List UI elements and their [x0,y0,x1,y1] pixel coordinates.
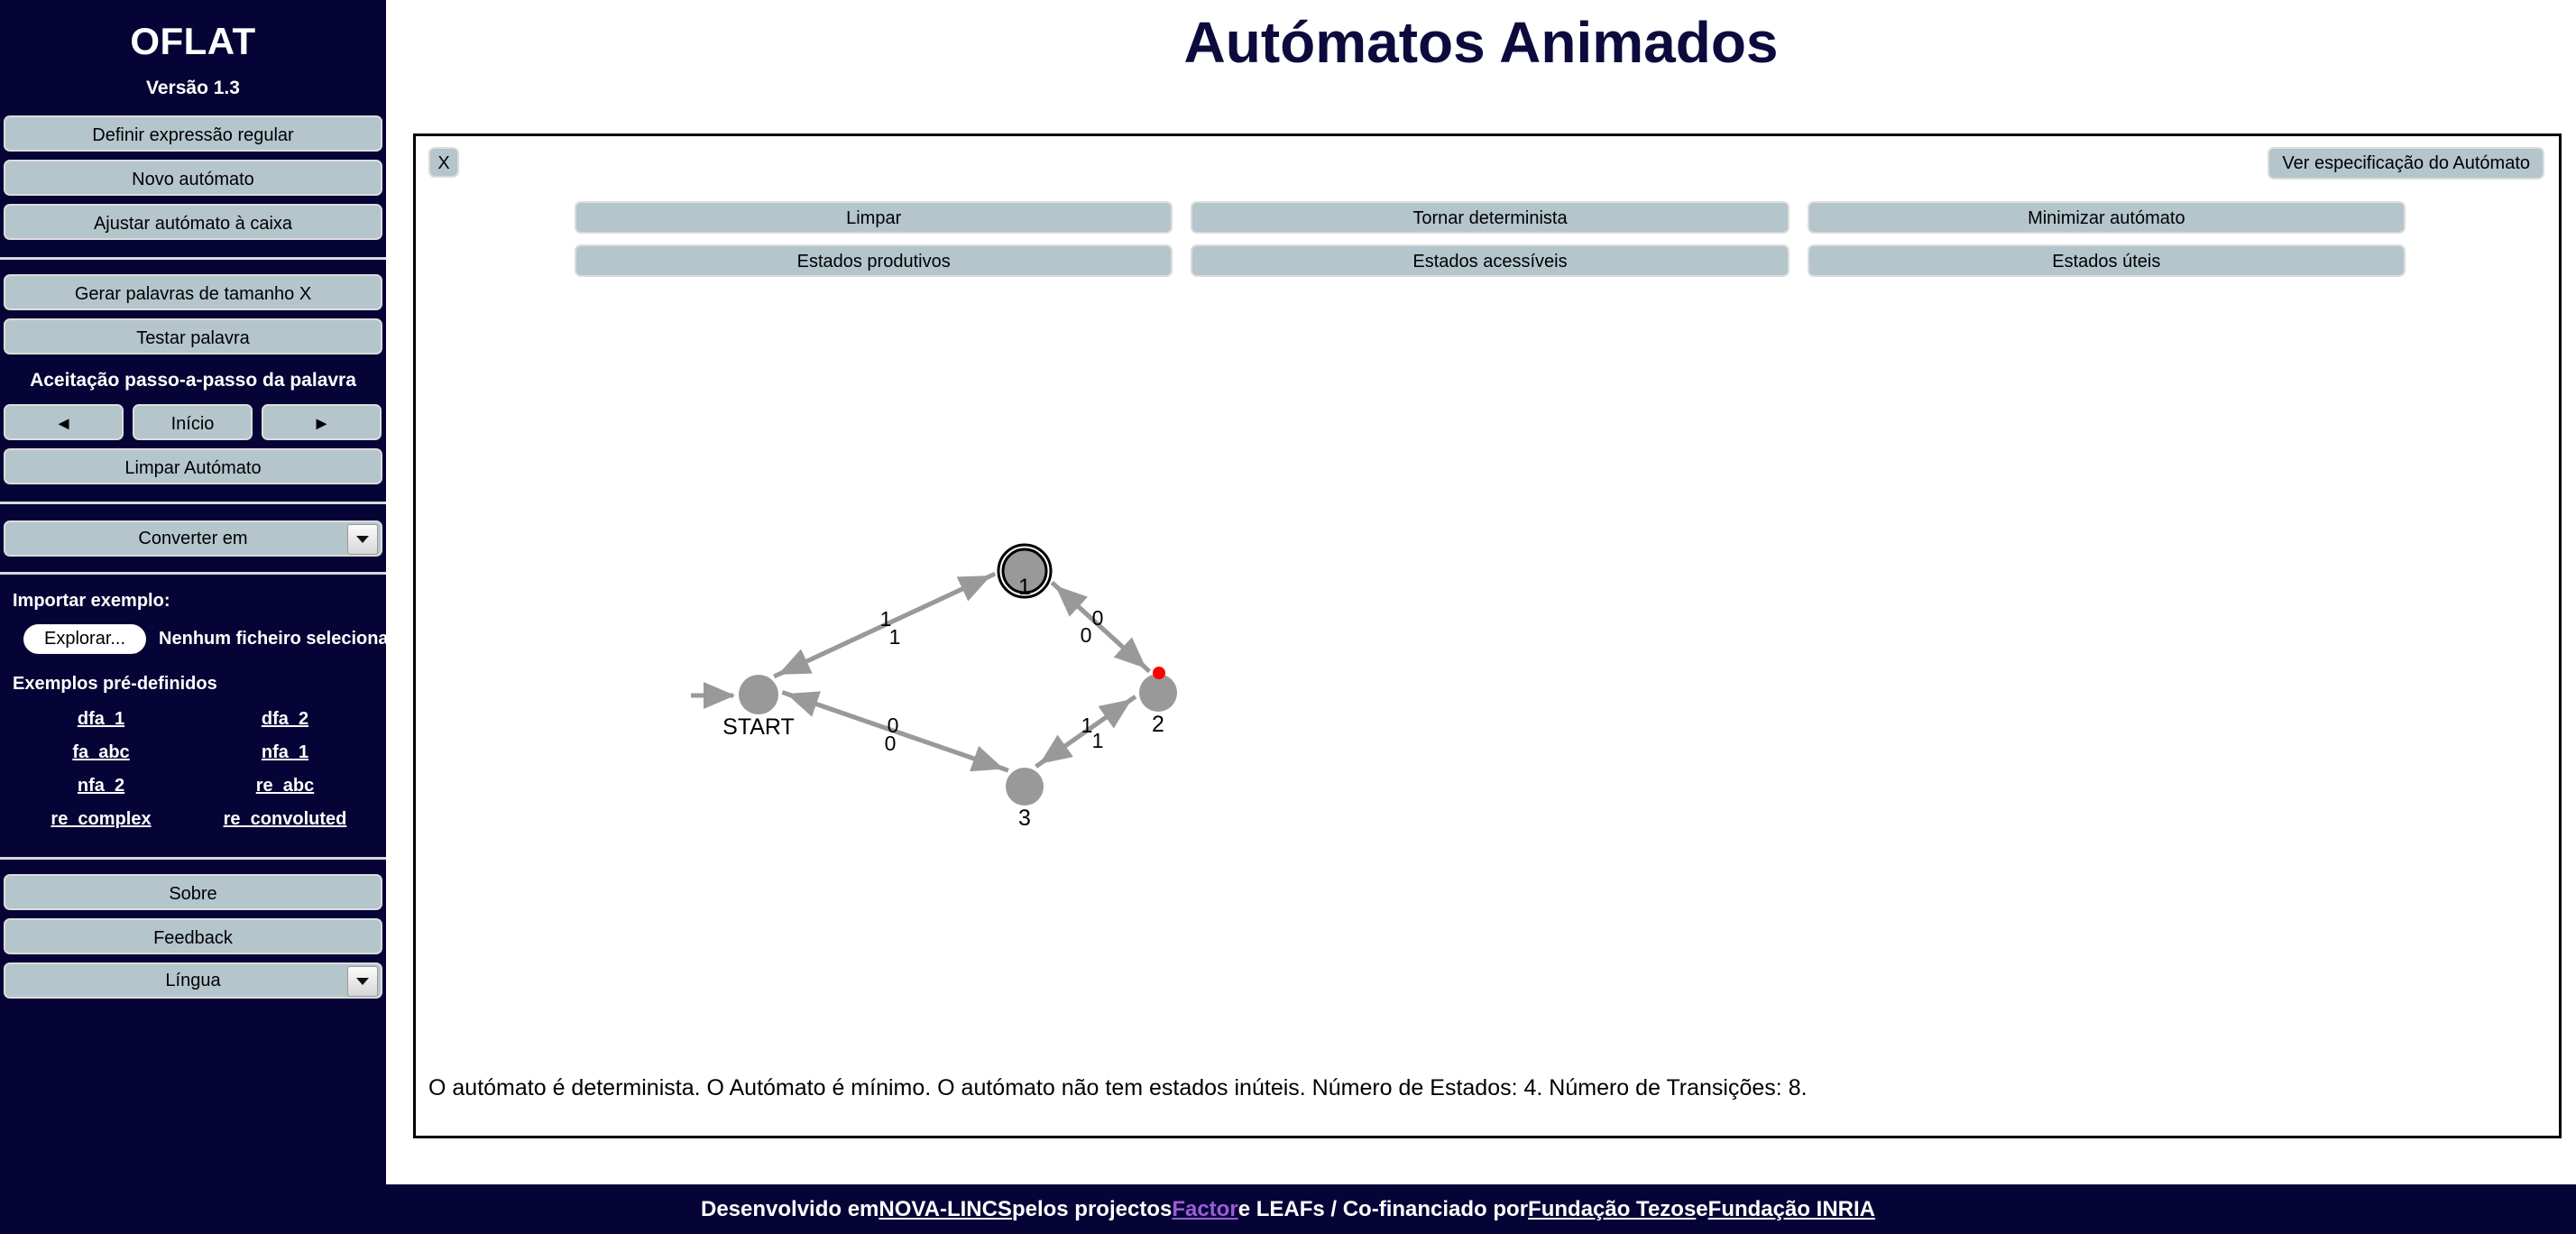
transition-label: 1 [889,625,901,649]
automaton-status-text: O autómato é determinista. O Autómato é … [428,1075,1808,1100]
application-window: OFLAT Versão 1.3 Definir expressão regul… [0,0,2576,1234]
define-regex-button[interactable]: Definir expressão regular [4,115,382,152]
app-logo-title: OFLAT [130,20,256,62]
state-label: 2 [1152,712,1164,737]
example-link-dfa-2[interactable]: dfa_2 [193,709,377,730]
example-link-nfa-2[interactable]: nfa_2 [9,776,193,797]
footer-link-nova-lincs[interactable]: NOVA-LINCS [879,1197,1012,1222]
state-label: START [722,714,795,740]
operations-toolbar: Limpar Tornar determinista Minimizar aut… [575,201,2406,288]
productive-states-button[interactable]: Estados produtivos [575,244,1173,277]
step-forward-button[interactable]: ► [262,404,382,440]
selected-file-status: Nenhum ficheiro selecionado [159,629,386,649]
example-link-re-convoluted[interactable]: re_convoluted [193,809,377,830]
import-example-label: Importar exemplo: [13,591,170,611]
sidebar-word-section: Gerar palavras de tamanho X Testar palav… [0,260,386,502]
state-label: 1 [1018,575,1031,600]
minimize-automaton-button[interactable]: Minimizar autómato [1807,201,2406,234]
edge-label-layer: 11000011 [880,606,1104,755]
footer-link-fundacao-inria[interactable]: Fundação INRIA [1708,1197,1875,1222]
automaton-state-1[interactable]: 1 [997,543,1053,600]
operations-row-1: Limpar Tornar determinista Minimizar aut… [575,201,2406,234]
sidebar-brand-section: OFLAT Versão 1.3 Definir expressão regul… [0,0,386,257]
operations-row-2: Estados produtivos Estados acessíveis Es… [575,244,2406,277]
fit-automaton-button[interactable]: Ajustar autómato à caixa [4,204,382,240]
stepwise-acceptance-label: Aceitação passo-a-passo da palavra [30,370,356,391]
make-deterministic-button[interactable]: Tornar determinista [1191,201,1789,234]
footer-text-mid3: e [1696,1196,1708,1221]
chevron-down-icon[interactable] [347,966,378,997]
view-specification-button[interactable]: Ver especificação do Autómato [2268,147,2544,180]
node-layer: START 1 2 3 [722,543,1177,831]
footer-text-mid1: pelos projectos [1011,1196,1173,1221]
example-link-nfa-1[interactable]: nfa_1 [193,742,377,763]
step-back-button[interactable]: ◄ [4,404,124,440]
about-button[interactable]: Sobre [4,874,382,910]
useful-states-button[interactable]: Estados úteis [1807,244,2406,277]
close-icon[interactable]: X [428,147,459,178]
clear-button[interactable]: Limpar [575,201,1173,234]
state-circle[interactable] [1006,768,1044,806]
test-word-button[interactable]: Testar palavra [4,318,382,355]
convert-to-selected-value: Converter em [138,529,248,548]
clear-automaton-button[interactable]: Limpar Autómato [4,448,382,484]
example-link-re-complex[interactable]: re_complex [9,809,193,830]
page-footer: Desenvolvido em NOVA-LINCS pelos project… [0,1184,2576,1234]
transition-label: 1 [1081,714,1093,737]
automaton-graph-svg[interactable]: 11000011START123 [416,308,2559,1020]
app-version-label: Versão 1.3 [146,78,240,98]
chevron-down-icon[interactable] [347,524,378,555]
transition-label: 0 [1092,606,1104,630]
new-automaton-button[interactable]: Novo autómato [4,160,382,196]
footer-text-mid2: e LEAFs / Co-financiado por [1237,1196,1529,1221]
browse-file-button[interactable]: Explorar... [23,624,147,654]
state-circle[interactable] [1139,674,1177,712]
sidebar-import-section: Importar exemplo: Explorar... Nenhum fic… [0,575,386,857]
automaton-state-3[interactable]: 3 [1006,768,1044,831]
footer-link-fundacao-tezos[interactable]: Fundação Tezos [1528,1197,1696,1222]
feedback-button[interactable]: Feedback [4,918,382,954]
predefined-examples-heading: Exemplos pré-definidos [13,674,217,694]
page-title: Autómatos Animados [1183,10,1779,75]
language-selected-value: Língua [165,971,221,990]
example-link-fa-abc[interactable]: fa_abc [9,742,193,763]
footer-link-factor[interactable]: Factor [1172,1197,1237,1222]
step-start-button[interactable]: Início [133,404,253,440]
file-input-row: Explorar... Nenhum ficheiro selecionado [0,624,386,654]
sidebar-convert-section: Converter em [0,504,386,572]
active-state-marker [1153,667,1165,679]
stepwise-controls: ◄ Início ► [4,404,382,440]
sidebar-bottom-section: Sobre Feedback Língua [0,860,386,999]
footer-text-prefix: Desenvolvido em [700,1196,879,1221]
state-label: 3 [1018,806,1031,831]
sidebar: OFLAT Versão 1.3 Definir expressão regul… [0,0,386,1234]
language-select[interactable]: Língua [4,962,382,999]
transition-label: 0 [885,732,897,755]
automaton-panel: X Ver especificação do Autómato Limpar T… [413,134,2562,1138]
convert-to-select[interactable]: Converter em [4,520,382,557]
generate-words-button[interactable]: Gerar palavras de tamanho X [4,274,382,310]
state-circle[interactable] [739,675,778,714]
transition-label: 0 [1081,623,1092,647]
automaton-state-START[interactable]: START [722,675,795,740]
example-link-dfa-1[interactable]: dfa_1 [9,709,193,730]
automaton-graph-canvas[interactable]: 1 1 0 0 0 0 1 1 START 1 2 3 [416,308,2559,1020]
transition-label: 1 [1092,729,1104,752]
edge-layer [691,571,1152,773]
example-link-re-abc[interactable]: re_abc [193,776,377,797]
predefined-examples-grid: dfa_1 dfa_2 fa_abc nfa_1 nfa_2 re_abc re… [0,709,386,830]
accessible-states-button[interactable]: Estados acessíveis [1191,244,1789,277]
automaton-state-2[interactable]: 2 [1139,667,1177,737]
